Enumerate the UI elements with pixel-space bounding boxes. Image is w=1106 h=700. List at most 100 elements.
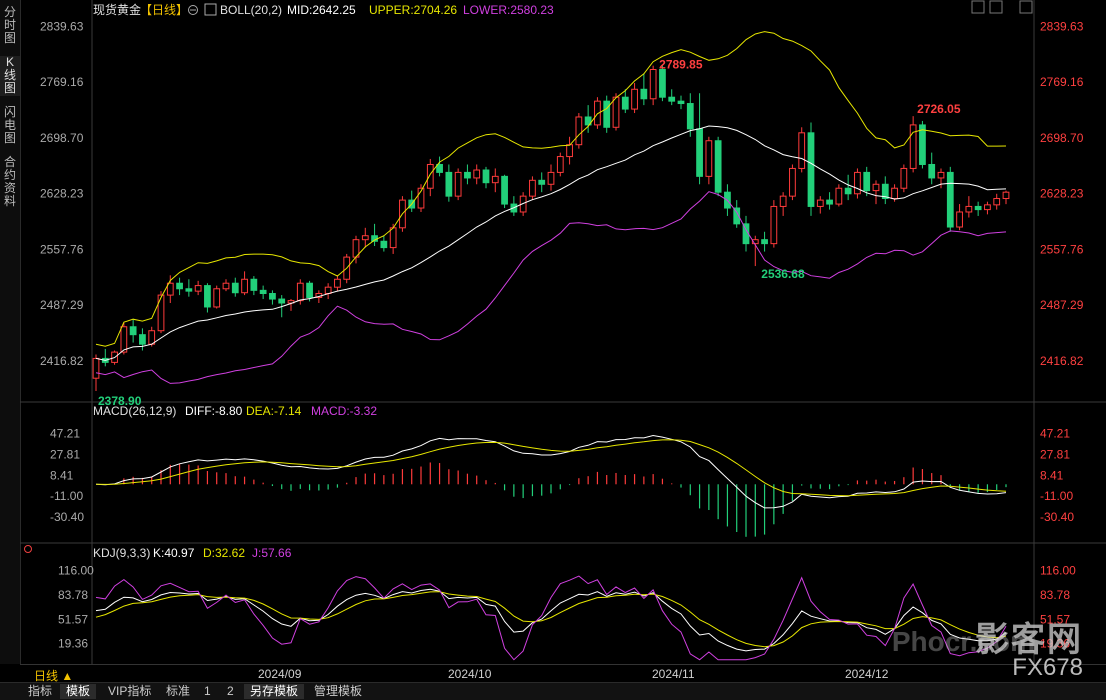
candle (854, 171, 861, 195)
price-tick-right: 2628.23 (1040, 187, 1084, 201)
candle (547, 171, 555, 185)
indicator-settings-icon[interactable] (204, 3, 217, 16)
macd-tick-right: 8.41 (1040, 468, 1064, 482)
price-tick-right: 2557.76 (1040, 242, 1084, 256)
kdj-tick-right: 116.00 (1040, 564, 1076, 578)
candle (956, 211, 963, 228)
candle (891, 187, 898, 200)
candle (454, 171, 462, 197)
annotation-low0: 2378.90 (98, 394, 142, 408)
candle (213, 288, 221, 308)
candle (863, 171, 871, 192)
tab-save-template[interactable]: 另存模板 (244, 684, 305, 699)
boll-upper: UPPER:2704.26 (369, 3, 457, 17)
candle (984, 204, 991, 211)
price-tick-left: 2628.23 (40, 187, 84, 201)
window-restore-icon[interactable] (971, 0, 985, 14)
candle (204, 285, 211, 308)
candle (640, 88, 648, 100)
macd-tick-left: 47.21 (50, 427, 80, 441)
boll-label: BOLL(20,2) (220, 3, 282, 17)
candle (250, 278, 258, 291)
candle (835, 187, 843, 205)
macd-tick-left: 27.81 (50, 447, 80, 461)
candle (807, 132, 815, 207)
candle (436, 163, 443, 173)
x-tick-oct: 2024/10 (448, 667, 492, 681)
tab-indicators[interactable]: 指标 (22, 684, 58, 699)
candle (380, 240, 388, 249)
candle (631, 88, 638, 110)
candle (176, 282, 183, 290)
window-controls (971, 0, 1033, 14)
candle (714, 140, 722, 193)
candle (278, 298, 286, 304)
period-tag: 【日线】 (140, 3, 188, 17)
macd-tick-right: 47.21 (1040, 427, 1070, 441)
candle (473, 169, 481, 179)
candle (491, 175, 499, 184)
kdj-settings-icon[interactable] (24, 545, 32, 553)
candle (566, 144, 573, 158)
tab-two[interactable]: 2 (221, 684, 240, 699)
window-close-icon[interactable] (1019, 0, 1033, 14)
macd-diff-line (95, 434, 1007, 509)
candle (993, 198, 1001, 206)
kdj-d: D:32.62 (203, 546, 245, 560)
candle (668, 96, 676, 102)
price-tick-left: 2839.63 (40, 19, 84, 33)
candle (241, 278, 248, 294)
tab-standard[interactable]: 标准 (160, 684, 196, 699)
window-maximize-icon[interactable] (989, 0, 1003, 14)
candle (464, 171, 471, 179)
candle (928, 163, 936, 179)
price-tick-right: 2769.16 (1040, 75, 1084, 89)
tab-manage-templates[interactable]: 管理模板 (308, 684, 368, 699)
bottom-toolbar: 指标 模板 VIP指标 标准 1 2 另存模板 管理模板 (0, 682, 1106, 700)
candle (659, 68, 666, 98)
candle (974, 205, 982, 211)
candle (770, 205, 778, 245)
candle (946, 171, 954, 228)
candle (816, 199, 824, 207)
candle (686, 103, 694, 130)
candle (529, 179, 536, 197)
candle (148, 330, 156, 345)
watermark-code: FX678 (1012, 654, 1083, 681)
candle (92, 357, 100, 379)
boll-lower: LOWER:2580.23 (463, 3, 554, 17)
candle (194, 285, 202, 292)
candle (779, 195, 787, 207)
candle (185, 288, 193, 292)
price-tick-left: 2416.82 (40, 354, 84, 368)
kdj-j: J:57.66 (252, 546, 292, 560)
tab-templates[interactable]: 模板 (60, 684, 97, 699)
x-tick-sep2: 2024/09 (258, 667, 302, 681)
candle (445, 171, 453, 197)
candle (157, 294, 165, 332)
candle (677, 100, 685, 105)
candle (269, 293, 276, 300)
candle (696, 128, 703, 177)
candle (231, 282, 239, 294)
kdj-tick-left: 51.57 (58, 612, 88, 626)
price-tick-left: 2769.16 (40, 75, 84, 89)
tab-one[interactable]: 1 (198, 684, 217, 699)
kline-chart[interactable]: 现货黄金 【日线】 BOLL(20,2) MID:2642.25 UPPER:2… (0, 0, 1106, 664)
kdj-tick-left: 116.00 (58, 564, 94, 578)
candle (482, 169, 490, 184)
macd-tick-left: -11.00 (50, 489, 83, 503)
x-tick-nov: 2024/11 (652, 667, 695, 681)
candle (612, 96, 620, 128)
boll-mid-line (95, 125, 1007, 361)
kdj-k: K:40.97 (153, 546, 195, 560)
candle (575, 116, 583, 146)
price-tick-right: 2839.63 (1040, 19, 1084, 33)
kdj-tick-left: 83.78 (58, 588, 88, 602)
candle (120, 326, 128, 353)
macd-tick-right: -30.40 (1040, 510, 1074, 524)
candle (937, 171, 945, 179)
candle (259, 289, 267, 295)
candle (761, 239, 768, 245)
tab-vip-indicators[interactable]: VIP指标 (102, 684, 157, 699)
